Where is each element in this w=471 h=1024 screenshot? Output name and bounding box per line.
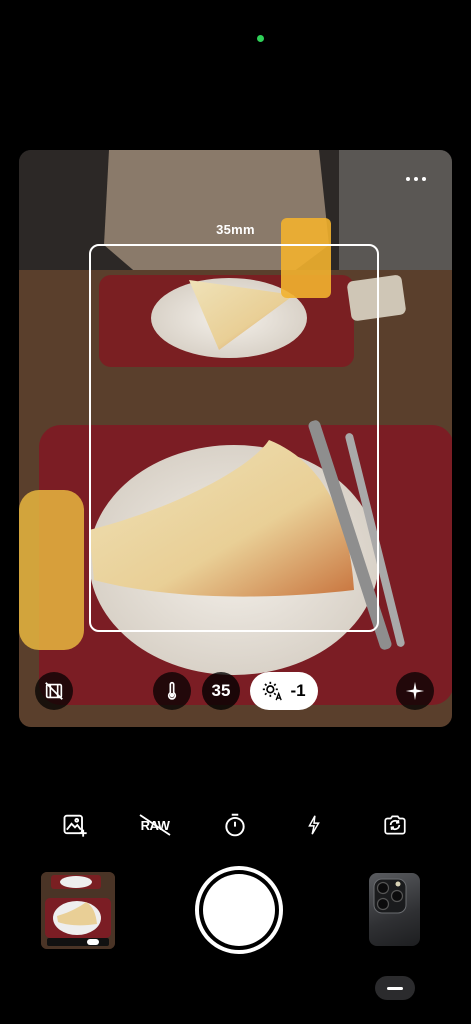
thermometer-icon (167, 681, 177, 700)
exposure-value: -1 (290, 681, 306, 700)
focal-length-label: 35mm (216, 222, 255, 237)
camera-viewfinder[interactable]: 35mm 35 -1 (19, 150, 452, 727)
more-dots-icon (406, 177, 410, 181)
raw-off-icon: RAW (139, 814, 171, 836)
switch-camera-button[interactable] (378, 808, 412, 842)
thumbnail-image (41, 872, 115, 949)
exposure-compensation-button[interactable]: -1 (250, 672, 318, 710)
switch-camera-icon (384, 815, 406, 835)
minus-icon (387, 986, 403, 990)
camera-lenses-icon (373, 878, 407, 914)
lens-select-button[interactable]: 35 (202, 672, 240, 710)
shutter-button[interactable] (195, 866, 283, 954)
shutter-inner (203, 874, 275, 946)
raw-toggle-button[interactable]: RAW (136, 808, 174, 842)
camera-toolbar: RAW (0, 808, 471, 842)
sparkle-icon (405, 681, 425, 701)
flash-button[interactable] (297, 808, 331, 842)
timer-button[interactable] (218, 808, 252, 842)
white-balance-button[interactable] (153, 672, 191, 710)
timer-icon (225, 813, 245, 837)
exposure-auto-icon (263, 681, 283, 701)
flash-icon (308, 815, 320, 835)
status-indicator-dot (257, 35, 264, 42)
zoom-out-button[interactable] (375, 976, 415, 1000)
camera-lens-switch-button[interactable] (369, 873, 420, 946)
add-photo-icon (63, 814, 87, 837)
film-mode-button[interactable] (35, 672, 73, 710)
add-photo-button[interactable] (58, 808, 92, 842)
crop-frame (89, 244, 379, 632)
enhance-button[interactable] (396, 672, 434, 710)
film-off-icon (45, 682, 63, 700)
last-photo-thumbnail[interactable] (41, 872, 115, 949)
more-options-button[interactable] (406, 172, 430, 186)
